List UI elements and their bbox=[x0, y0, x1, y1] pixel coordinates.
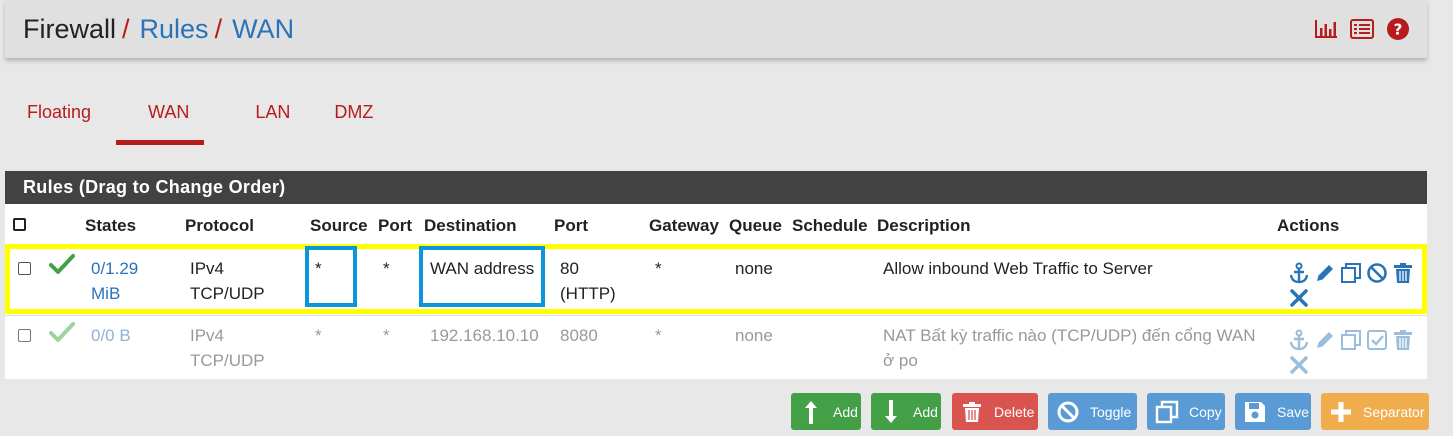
edit-pencil-icon[interactable] bbox=[1313, 261, 1336, 284]
disabled-check-icon[interactable] bbox=[49, 321, 75, 350]
column-header-gateway[interactable]: Gateway bbox=[649, 216, 719, 236]
row-actions bbox=[1287, 328, 1419, 376]
column-header-schedule[interactable]: Schedule bbox=[792, 216, 868, 236]
header-icons: ? bbox=[1313, 16, 1411, 42]
queue-value: none bbox=[735, 326, 773, 345]
destination-value: WAN address bbox=[430, 259, 535, 278]
column-header-source[interactable]: Source bbox=[310, 216, 368, 236]
save-icon bbox=[1241, 398, 1269, 426]
column-header-destination[interactable]: Destination bbox=[424, 216, 517, 236]
row-select-checkbox[interactable] bbox=[18, 329, 31, 342]
source-port-value: * bbox=[383, 326, 390, 345]
edit-pencil-icon[interactable] bbox=[1313, 328, 1336, 351]
trash-icon bbox=[958, 398, 986, 426]
table-row[interactable]: 0/0 B IPv4 TCP/UDP * * 192.168.10.10 808… bbox=[5, 315, 1427, 379]
anchor-icon[interactable] bbox=[1287, 328, 1310, 351]
svg-text:?: ? bbox=[1394, 21, 1403, 39]
protocol-family: IPv4 bbox=[190, 326, 225, 345]
description-value-continued: ở po bbox=[883, 351, 918, 370]
trash-icon[interactable] bbox=[1391, 261, 1414, 284]
copy-icon bbox=[1153, 398, 1181, 426]
separator-button[interactable]: Separator bbox=[1321, 393, 1429, 430]
plus-icon bbox=[1327, 398, 1355, 426]
states-value[interactable]: 0/0 B bbox=[91, 324, 131, 348]
protocol-type: TCP/UDP bbox=[190, 284, 265, 303]
states-unit[interactable]: MiB bbox=[91, 282, 120, 306]
panel-title: Rules (Drag to Change Order) bbox=[5, 171, 1427, 204]
breadcrumb-separator: / bbox=[214, 13, 223, 44]
column-header-protocol[interactable]: Protocol bbox=[185, 216, 254, 236]
description-value: Allow inbound Web Traffic to Server bbox=[883, 259, 1153, 278]
close-icon[interactable] bbox=[1287, 286, 1310, 309]
arrow-up-add-icon bbox=[797, 398, 825, 426]
description-value: NAT Bất kỳ traffic nào (TCP/UDP) đến cổn… bbox=[883, 326, 1256, 345]
row-actions bbox=[1287, 261, 1419, 309]
gateway-value: * bbox=[655, 259, 662, 278]
copy-icon[interactable] bbox=[1339, 328, 1362, 351]
dest-port-value: 80 bbox=[560, 259, 579, 278]
breadcrumb-separator: / bbox=[122, 13, 130, 44]
protocol-family: IPv4 bbox=[190, 259, 225, 278]
dest-port-service: (HTTP) bbox=[560, 284, 616, 303]
rule-action-buttons: Add Add Delete Toggle Copy Save Separato… bbox=[0, 393, 1453, 430]
table-header: States Protocol Source Port Destination … bbox=[5, 204, 1427, 244]
toggle-button[interactable]: Toggle bbox=[1048, 393, 1137, 430]
column-header-source-port[interactable]: Port bbox=[378, 216, 412, 236]
help-icon[interactable]: ? bbox=[1385, 16, 1411, 42]
interface-tabs: Floating WAN LAN DMZ bbox=[5, 90, 395, 145]
row-select-checkbox[interactable] bbox=[18, 262, 31, 275]
source-value: * bbox=[315, 259, 322, 278]
delete-button[interactable]: Delete bbox=[952, 393, 1038, 430]
destination-value: 192.168.10.10 bbox=[430, 326, 539, 345]
enabled-check-icon[interactable] bbox=[49, 253, 75, 282]
rules-panel: Rules (Drag to Change Order) States Prot… bbox=[5, 171, 1427, 379]
gateway-value: * bbox=[655, 326, 662, 345]
list-icon[interactable] bbox=[1349, 16, 1375, 42]
tab-dmz[interactable]: DMZ bbox=[312, 90, 395, 145]
tab-floating[interactable]: Floating bbox=[5, 90, 113, 145]
breadcrumb-firewall: Firewall bbox=[23, 13, 117, 44]
protocol-type: TCP/UDP bbox=[190, 351, 265, 370]
queue-value: none bbox=[735, 259, 773, 278]
close-icon[interactable] bbox=[1287, 353, 1310, 376]
copy-button[interactable]: Copy bbox=[1147, 393, 1225, 430]
copy-icon[interactable] bbox=[1339, 261, 1362, 284]
column-header-dest-port[interactable]: Port bbox=[554, 216, 588, 236]
tab-lan[interactable]: LAN bbox=[211, 90, 312, 145]
bar-chart-icon[interactable] bbox=[1313, 16, 1339, 42]
anchor-icon[interactable] bbox=[1287, 261, 1310, 284]
source-port-value: * bbox=[383, 259, 390, 278]
column-header-description[interactable]: Description bbox=[877, 216, 971, 236]
save-button[interactable]: Save bbox=[1235, 393, 1311, 430]
states-value[interactable]: 0/1.29 bbox=[91, 257, 138, 281]
breadcrumb-rules[interactable]: Rules bbox=[140, 14, 209, 45]
column-header-queue[interactable]: Queue bbox=[729, 216, 782, 236]
active-tab-indicator bbox=[116, 140, 204, 145]
breadcrumb-wan[interactable]: WAN bbox=[232, 14, 294, 45]
column-header-states[interactable]: States bbox=[85, 216, 136, 236]
add-top-button[interactable]: Add bbox=[791, 393, 861, 430]
table-row[interactable]: 0/1.29 MiB IPv4 TCP/UDP * * WAN address … bbox=[5, 249, 1427, 315]
select-all-checkbox[interactable] bbox=[13, 218, 26, 231]
add-bottom-button[interactable]: Add bbox=[871, 393, 941, 430]
disable-icon[interactable] bbox=[1365, 261, 1388, 284]
dest-port-value: 8080 bbox=[560, 326, 598, 345]
ban-icon bbox=[1054, 398, 1082, 426]
trash-icon[interactable] bbox=[1391, 328, 1414, 351]
tab-wan[interactable]: WAN bbox=[113, 90, 211, 145]
enable-checkbox-icon[interactable] bbox=[1365, 328, 1388, 351]
column-header-actions: Actions bbox=[1277, 216, 1340, 235]
page-header: Firewall / Rules / WAN ? bbox=[5, 0, 1427, 58]
source-value: * bbox=[315, 326, 322, 345]
arrow-down-add-icon bbox=[877, 398, 905, 426]
